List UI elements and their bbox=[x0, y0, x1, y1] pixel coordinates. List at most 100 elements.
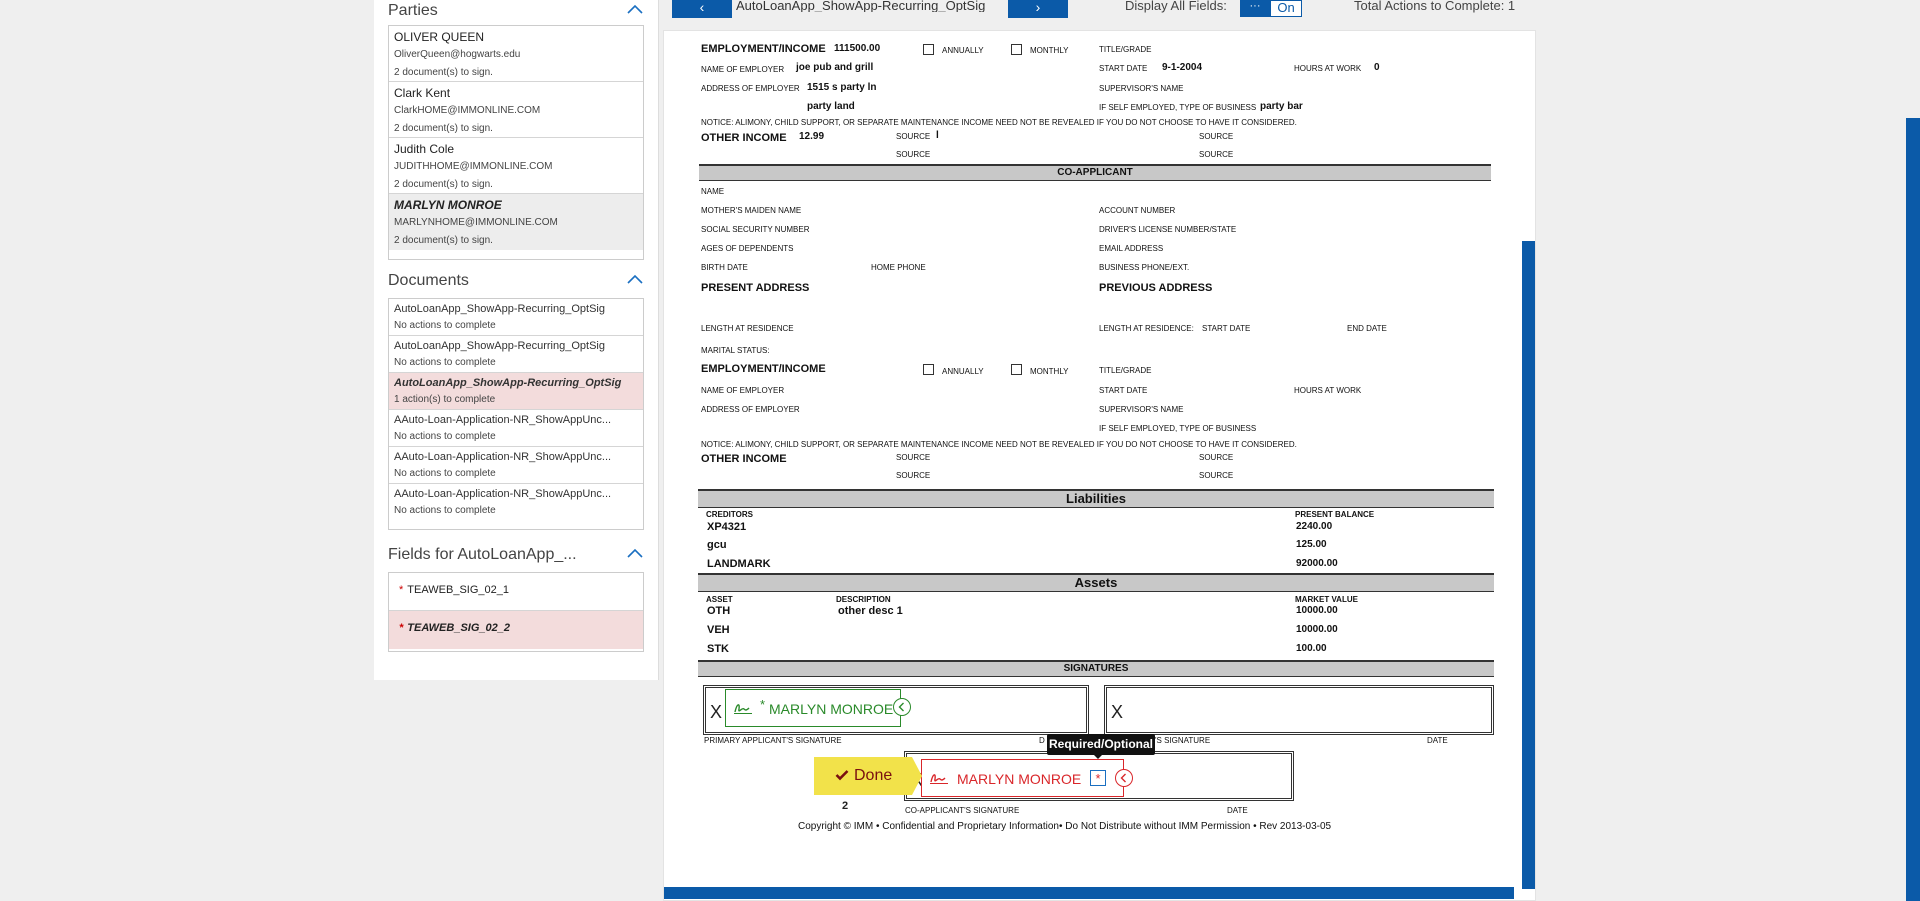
employer-label: NAME OF EMPLOYER bbox=[701, 386, 785, 395]
x-mark: X bbox=[1111, 702, 1124, 722]
liability-balance: 2240.00 bbox=[1296, 521, 1333, 532]
party-item-selected[interactable]: MARLYN MONROE MARLYNHOME@IMMONLINE.COM 2… bbox=[389, 194, 643, 250]
dependents-label: AGES OF DEPENDENTS bbox=[701, 244, 794, 253]
address-label: ADDRESS OF EMPLOYER bbox=[701, 84, 800, 93]
notice-text: NOTICE: ALIMONY, CHILD SUPPORT, OR SEPAR… bbox=[701, 118, 1297, 127]
hours-label: HOURS AT WORK bbox=[1294, 64, 1362, 73]
name-label: NAME bbox=[701, 187, 725, 196]
employment-label: EMPLOYMENT/INCOME bbox=[701, 363, 826, 375]
required-star: * bbox=[399, 584, 404, 596]
parties-title: Parties bbox=[388, 2, 438, 19]
next-document-button[interactable]: › bbox=[1008, 0, 1068, 18]
party-email: OliverQueen@hogwarts.edu bbox=[394, 49, 521, 60]
hours-label: HOURS AT WORK bbox=[1294, 386, 1362, 395]
employment-value: 111500.00 bbox=[834, 43, 881, 54]
source-label: SOURCE bbox=[1199, 132, 1234, 141]
field-name: TEAWEB_SIG_02_2 bbox=[407, 622, 510, 634]
document-item[interactable]: AAuto-Loan-Application-NR_ShowAppUnc... … bbox=[389, 447, 643, 484]
party-item[interactable]: Judith Cole JUDITHHOME@IMMONLINE.COM 2 d… bbox=[389, 138, 643, 194]
annually-label: ANNUALLY bbox=[942, 46, 984, 55]
address-value-2: party land bbox=[807, 101, 855, 112]
signature-icon bbox=[930, 774, 948, 784]
source-label: SOURCE bbox=[896, 150, 931, 159]
field-name: TEAWEB_SIG_02_1 bbox=[407, 584, 509, 596]
source-label: SOURCE bbox=[1199, 150, 1234, 159]
required-optional-tooltip: Required/Optional bbox=[1047, 734, 1155, 755]
prev-document-button[interactable]: ‹ bbox=[672, 0, 732, 18]
email-label: EMAIL ADDRESS bbox=[1099, 244, 1164, 253]
chevron-up-icon[interactable] bbox=[626, 272, 644, 286]
birth-date-label: BIRTH DATE bbox=[701, 263, 748, 272]
parties-header[interactable]: Parties bbox=[388, 0, 644, 22]
asset-type: VEH bbox=[707, 624, 730, 636]
done-button[interactable]: Done bbox=[814, 757, 912, 795]
date-label: DATE bbox=[1427, 736, 1448, 745]
creditors-header: CREDITORS bbox=[706, 510, 753, 519]
party-item[interactable]: Clark Kent ClarkHOME@IMMONLINE.COM 2 doc… bbox=[389, 82, 643, 138]
primary-signature-field[interactable]: * MARLYN MONROE bbox=[725, 689, 901, 727]
signer-name: MARLYN MONROE bbox=[769, 701, 894, 717]
party-count: 2 document(s) to sign. bbox=[394, 123, 493, 134]
done-label: Done bbox=[854, 767, 893, 784]
document-item[interactable]: AutoLoanApp_ShowApp-Recurring_OptSig No … bbox=[389, 299, 643, 336]
monthly-checkbox[interactable] bbox=[1011, 44, 1022, 55]
required-toggle[interactable]: * bbox=[1090, 770, 1106, 786]
signer-name: MARLYN MONROE bbox=[957, 771, 1082, 787]
party-email: ClarkHOME@IMMONLINE.COM bbox=[394, 105, 541, 116]
required-star: * bbox=[760, 697, 766, 712]
document-status: No actions to complete bbox=[394, 505, 496, 516]
documents-list: AutoLoanApp_ShowApp-Recurring_OptSig No … bbox=[388, 298, 644, 530]
document-item[interactable]: AAuto-Loan-Application-NR_ShowAppUnc... … bbox=[389, 410, 643, 447]
self-employed-label: IF SELF EMPLOYED, TYPE OF BUSINESS bbox=[1099, 103, 1257, 112]
display-all-fields-label: Display All Fields: bbox=[1125, 0, 1227, 13]
signatures-bar: SIGNATURES bbox=[698, 660, 1494, 677]
employer-label: NAME OF EMPLOYER bbox=[701, 65, 785, 74]
party-item[interactable]: OLIVER QUEEN OliverQueen@hogwarts.edu 2 … bbox=[389, 26, 643, 82]
document-status: 1 action(s) to complete bbox=[394, 394, 496, 405]
annually-checkbox[interactable] bbox=[923, 364, 934, 375]
document-name: AutoLoanApp_ShowApp-Recurring_OptSig bbox=[394, 303, 605, 315]
source-label: SOURCE bbox=[896, 471, 931, 480]
annually-checkbox[interactable] bbox=[923, 44, 934, 55]
chevron-up-icon[interactable] bbox=[626, 2, 644, 16]
fields-header[interactable]: Fields for AutoLoanApp_... bbox=[388, 544, 644, 566]
document-status: No actions to complete bbox=[394, 357, 496, 368]
vertical-scrollbar[interactable] bbox=[1522, 241, 1535, 889]
document-item[interactable]: AAuto-Loan-Application-NR_ShowAppUnc... … bbox=[389, 484, 643, 521]
address-value-1: 1515 s party ln bbox=[807, 82, 877, 93]
x-mark: X bbox=[710, 702, 723, 722]
page-scrollbar[interactable] bbox=[1906, 118, 1920, 901]
liability-creditor: XP4321 bbox=[707, 521, 747, 533]
date-label-partial: D bbox=[1039, 736, 1045, 745]
toggle-on-segment[interactable]: On bbox=[1270, 0, 1302, 17]
party-name: Judith Cole bbox=[394, 142, 455, 156]
collapse-arrow-icon[interactable] bbox=[893, 698, 911, 716]
length-residence-label-2: LENGTH AT RESIDENCE: bbox=[1099, 324, 1194, 333]
horizontal-scrollbar[interactable] bbox=[664, 887, 1514, 899]
document-status: No actions to complete bbox=[394, 431, 496, 442]
address-label: ADDRESS OF EMPLOYER bbox=[701, 405, 800, 414]
hours-value: 0 bbox=[1374, 62, 1380, 73]
end-date-label: END DATE bbox=[1347, 324, 1387, 333]
source-label: SOURCE bbox=[1199, 453, 1234, 462]
supervisor-label: SUPERVISOR'S NAME bbox=[1099, 405, 1184, 414]
field-item-selected[interactable]: * TEAWEB_SIG_02_2 bbox=[389, 611, 643, 649]
document-status: No actions to complete bbox=[394, 320, 496, 331]
party-count: 2 document(s) to sign. bbox=[394, 235, 493, 246]
maiden-name-label: MOTHER'S MAIDEN NAME bbox=[701, 206, 802, 215]
supervisor-label: SUPERVISOR'S NAME bbox=[1099, 84, 1184, 93]
monthly-checkbox[interactable] bbox=[1011, 364, 1022, 375]
toggle-off-segment[interactable]: ··· bbox=[1240, 0, 1270, 17]
chevron-up-icon[interactable] bbox=[626, 546, 644, 560]
document-item[interactable]: AutoLoanApp_ShowApp-Recurring_OptSig No … bbox=[389, 336, 643, 373]
source-label: SOURCE bbox=[896, 132, 931, 141]
done-count: 2 bbox=[842, 800, 849, 812]
source-label: SOURCE bbox=[1199, 471, 1234, 480]
collapse-arrow-icon[interactable] bbox=[1115, 769, 1133, 787]
primary-signature-label: PRIMARY APPLICANT'S SIGNATURE bbox=[704, 736, 842, 745]
document-item-selected[interactable]: AutoLoanApp_ShowApp-Recurring_OptSig 1 a… bbox=[389, 373, 643, 410]
field-item[interactable]: * TEAWEB_SIG_02_1 bbox=[389, 573, 643, 611]
co-applicant-signature-field[interactable]: MARLYN MONROE * bbox=[921, 759, 1124, 797]
annually-label: ANNUALLY bbox=[942, 367, 984, 376]
documents-header[interactable]: Documents bbox=[388, 270, 644, 292]
